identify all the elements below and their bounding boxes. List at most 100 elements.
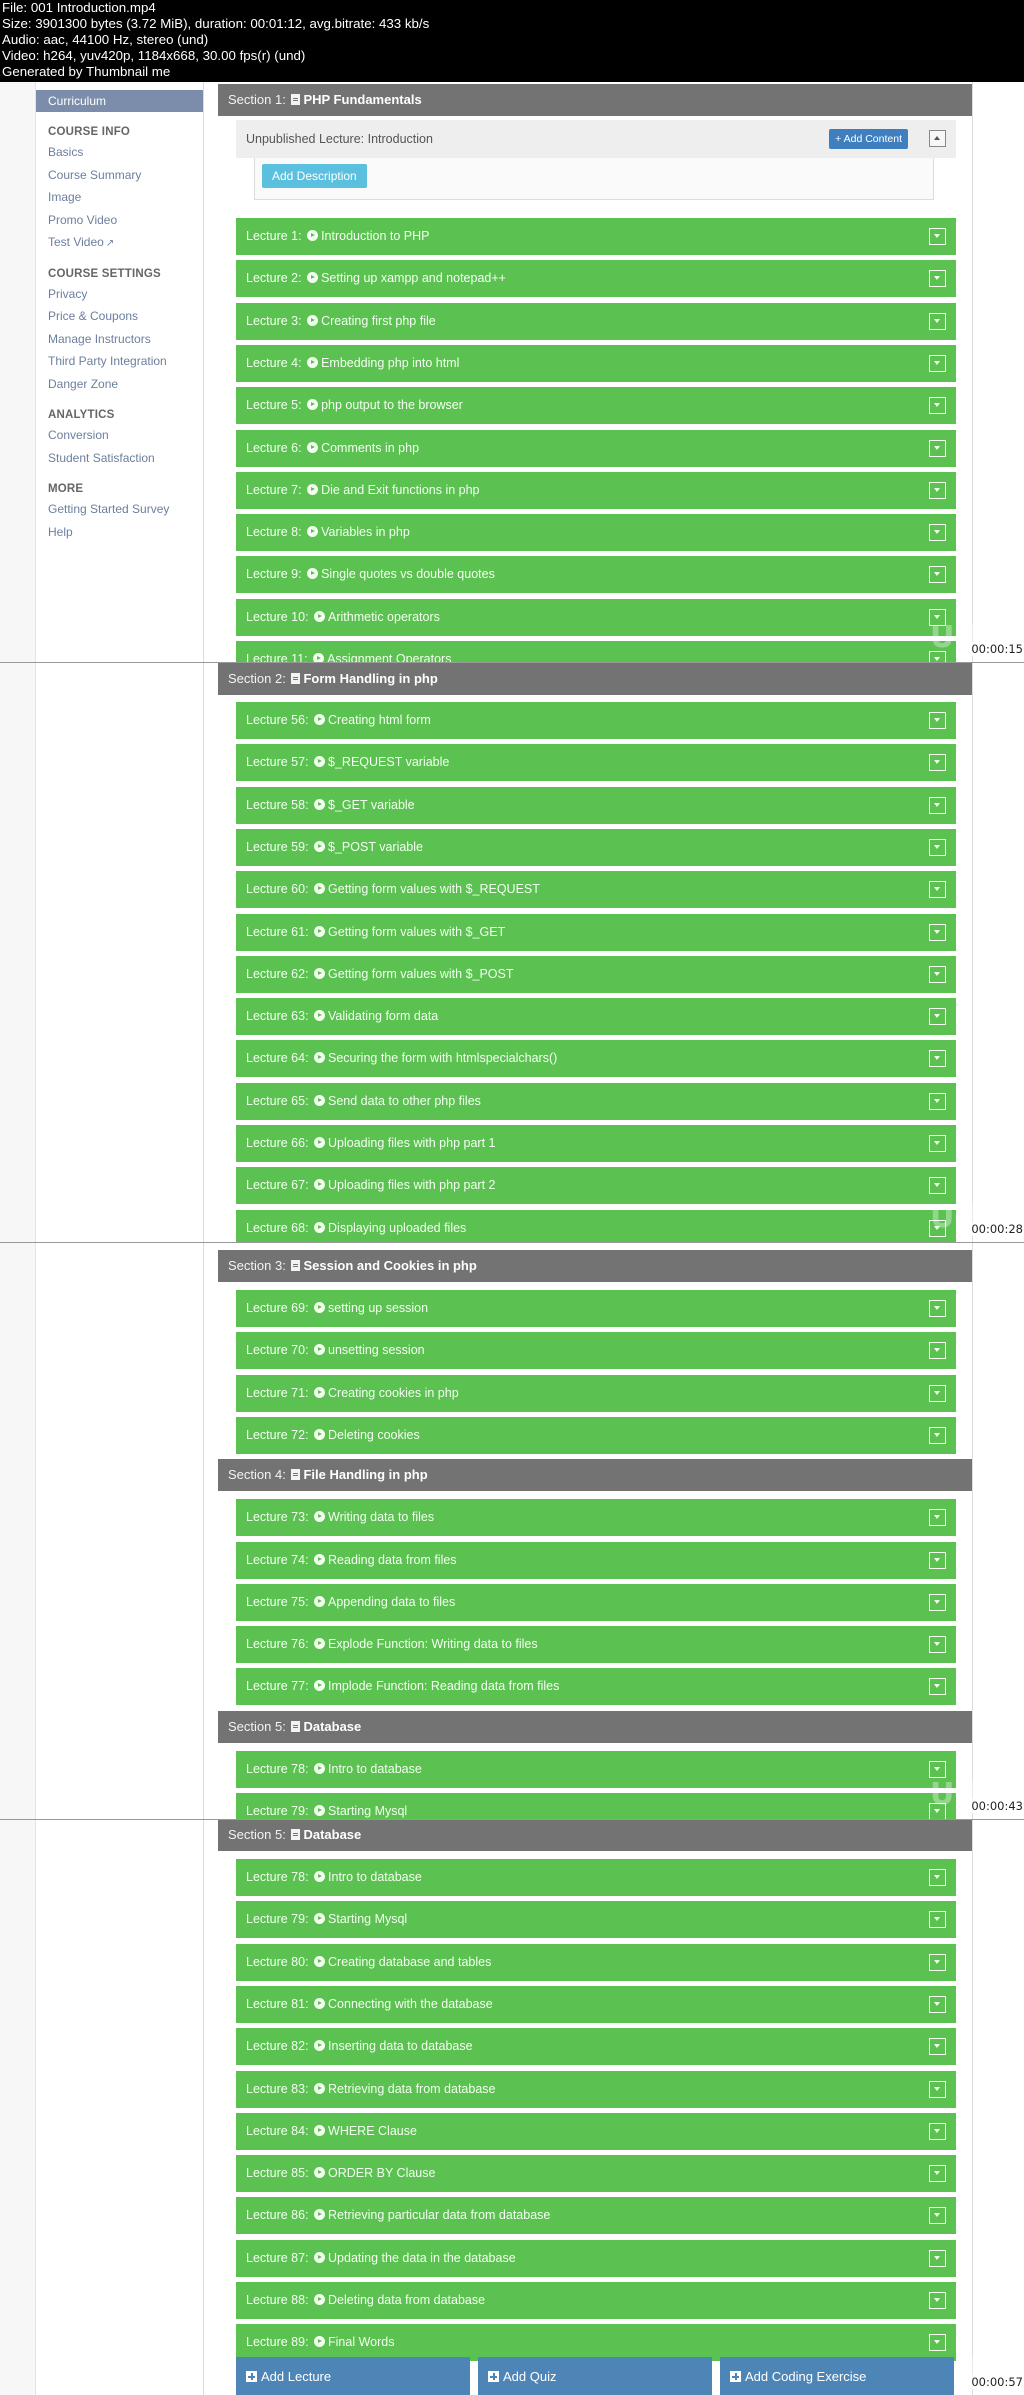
lecture-row[interactable]: Lecture 77: Implode Function: Reading da… [236, 1668, 956, 1706]
lecture-row[interactable]: Lecture 81: Connecting with the database [236, 1985, 956, 2023]
sidebar-item-privacy[interactable]: Privacy [48, 283, 203, 306]
expand-toggle-icon[interactable] [929, 1636, 946, 1654]
expand-toggle-icon[interactable] [929, 1384, 946, 1402]
expand-toggle-icon[interactable] [929, 754, 946, 772]
expand-toggle-icon[interactable] [929, 1911, 946, 1929]
expand-toggle-icon[interactable] [929, 228, 946, 245]
section-header[interactable]: Section 1: PHP Fundamentals [218, 84, 972, 116]
lecture-row[interactable]: Lecture 69: setting up session [236, 1290, 956, 1327]
expand-toggle-icon[interactable] [929, 312, 946, 330]
lecture-row[interactable]: Lecture 65: Send data to other php files [236, 1082, 956, 1120]
lecture-row[interactable]: Lecture 88: Deleting data from database [236, 2282, 956, 2319]
expand-toggle-icon[interactable] [929, 2249, 946, 2267]
lecture-row[interactable]: Lecture 56: Creating html form [236, 702, 956, 739]
lecture-row[interactable]: Lecture 10: Arithmetic operators [236, 598, 956, 636]
expand-toggle-icon[interactable] [929, 2122, 946, 2140]
lecture-row[interactable]: Lecture 73: Writing data to files [236, 1499, 956, 1537]
expand-toggle-icon[interactable] [929, 1509, 946, 1527]
lecture-row[interactable]: Lecture 89: Final Words [236, 2324, 956, 2362]
lecture-row[interactable]: Lecture 79: Starting Mysql [236, 1793, 956, 1819]
sidebar-item-manage-instructors[interactable]: Manage Instructors [48, 328, 203, 351]
expand-toggle-icon[interactable] [929, 524, 946, 542]
add-add-quiz-button[interactable]: Add Quiz [478, 2357, 712, 2395]
lecture-row[interactable]: Lecture 67: Uploading files with php par… [236, 1167, 956, 1205]
expand-toggle-icon[interactable] [929, 1678, 946, 1696]
lecture-row[interactable]: Lecture 80: Creating database and tables [236, 1943, 956, 1981]
lecture-row[interactable]: Lecture 84: WHERE Clause [236, 2112, 956, 2150]
lecture-row[interactable]: Lecture 76: Explode Function: Writing da… [236, 1626, 956, 1664]
lecture-row[interactable]: Lecture 79: Starting Mysql [236, 1901, 956, 1939]
expand-toggle-icon[interactable] [929, 2165, 946, 2183]
expand-toggle-icon[interactable] [929, 712, 946, 729]
lecture-row[interactable]: Lecture 61: Getting form values with $_G… [236, 913, 956, 951]
lecture-row[interactable]: Lecture 75: Appending data to files [236, 1583, 956, 1621]
lecture-row[interactable]: Lecture 5: php output to the browser [236, 387, 956, 425]
sidebar-item-conversion[interactable]: Conversion [48, 424, 203, 447]
expand-toggle-icon[interactable] [929, 1300, 946, 1317]
expand-toggle-icon[interactable] [929, 354, 946, 372]
lecture-row[interactable]: Lecture 8: Variables in php [236, 514, 956, 552]
lecture-row[interactable]: Lecture 72: Deleting cookies [236, 1416, 956, 1454]
expand-toggle-icon[interactable] [929, 481, 946, 499]
lecture-row[interactable]: Lecture 57: $_REQUEST variable [236, 744, 956, 782]
sidebar-item-course-summary[interactable]: Course Summary [48, 164, 203, 187]
expand-toggle-icon[interactable] [929, 1426, 946, 1444]
expand-toggle-icon[interactable] [929, 881, 946, 899]
sidebar-item-price-coupons[interactable]: Price & Coupons [48, 305, 203, 328]
lecture-row[interactable]: Lecture 11: Assignment Operators [236, 641, 956, 662]
lecture-row[interactable]: Lecture 78: Intro to database [236, 1859, 956, 1896]
lecture-row[interactable]: Lecture 59: $_POST variable [236, 828, 956, 866]
expand-toggle-icon[interactable] [929, 1135, 946, 1152]
expand-toggle-icon[interactable] [929, 566, 946, 584]
sidebar-item-student-satisfaction[interactable]: Student Satisfaction [48, 447, 203, 470]
lecture-row[interactable]: Lecture 63: Validating form data [236, 998, 956, 1036]
lecture-row[interactable]: Lecture 74: Reading data from files [236, 1541, 956, 1579]
expand-toggle-icon[interactable] [929, 2292, 946, 2309]
lecture-row[interactable]: Lecture 60: Getting form values with $_R… [236, 871, 956, 909]
section-header[interactable]: Section 2: Form Handling in php [218, 663, 972, 695]
lecture-row[interactable]: Lecture 82: Inserting data to database [236, 2028, 956, 2066]
sidebar-item-basics[interactable]: Basics [48, 141, 203, 164]
expand-toggle-icon[interactable] [929, 2038, 946, 2056]
sidebar-item-help[interactable]: Help [48, 521, 203, 544]
lecture-row[interactable]: Lecture 86: Retrieving particular data f… [236, 2197, 956, 2235]
expand-toggle-icon[interactable] [929, 397, 946, 415]
expand-toggle-icon[interactable] [929, 1050, 946, 1068]
lecture-row[interactable]: Lecture 1: Introduction to PHP [236, 218, 956, 255]
add-add-lecture-button[interactable]: Add Lecture [236, 2357, 470, 2395]
lecture-row[interactable]: Lecture 3: Creating first php file [236, 302, 956, 340]
expand-toggle-icon[interactable] [929, 2334, 946, 2352]
lecture-row[interactable]: Lecture 2: Setting up xampp and notepad+… [236, 260, 956, 298]
sidebar-item-getting-started-survey[interactable]: Getting Started Survey [48, 498, 203, 521]
lecture-row[interactable]: Lecture 71: Creating cookies in php [236, 1374, 956, 1412]
expand-toggle-icon[interactable] [929, 1177, 946, 1195]
expand-toggle-icon[interactable] [929, 2207, 946, 2225]
lecture-row[interactable]: Lecture 68: Displaying uploaded files [236, 1209, 956, 1242]
lecture-row[interactable]: Lecture 4: Embedding php into html [236, 344, 956, 382]
expand-toggle-icon[interactable] [929, 1995, 946, 2013]
lecture-row[interactable]: Lecture 83: Retrieving data from databas… [236, 2070, 956, 2108]
lecture-row[interactable]: Lecture 70: unsetting session [236, 1332, 956, 1370]
collapse-toggle-icon[interactable] [929, 130, 946, 147]
lecture-row[interactable]: Lecture 9: Single quotes vs double quote… [236, 556, 956, 594]
section-header[interactable]: Section 4: File Handling in php [218, 1459, 972, 1492]
add-description-button[interactable]: Add Description [262, 164, 367, 188]
expand-toggle-icon[interactable] [929, 2080, 946, 2098]
sidebar-item-curriculum[interactable]: Curriculum [36, 90, 203, 112]
expand-toggle-icon[interactable] [929, 796, 946, 814]
lecture-row[interactable]: Lecture 85: ORDER BY Clause [236, 2155, 956, 2193]
expand-toggle-icon[interactable] [929, 1953, 946, 1971]
add-add-coding-exercise-button[interactable]: Add Coding Exercise [720, 2357, 954, 2395]
lecture-row[interactable]: Lecture 87: Updating the data in the dat… [236, 2239, 956, 2277]
sidebar-item-test-video[interactable]: Test Video ↗ [48, 231, 203, 254]
lecture-row[interactable]: Lecture 7: Die and Exit functions in php [236, 471, 956, 509]
sidebar-item-image[interactable]: Image [48, 186, 203, 209]
lecture-row[interactable]: Lecture 58: $_GET variable [236, 786, 956, 824]
section-header[interactable]: Section 5: Database [218, 1710, 972, 1743]
expand-toggle-icon[interactable] [929, 270, 946, 288]
lecture-row[interactable]: Lecture 62: Getting form values with $_P… [236, 955, 956, 993]
expand-toggle-icon[interactable] [929, 1008, 946, 1026]
expand-toggle-icon[interactable] [929, 1342, 946, 1360]
expand-toggle-icon[interactable] [929, 923, 946, 941]
sidebar-item-promo-video[interactable]: Promo Video [48, 209, 203, 232]
